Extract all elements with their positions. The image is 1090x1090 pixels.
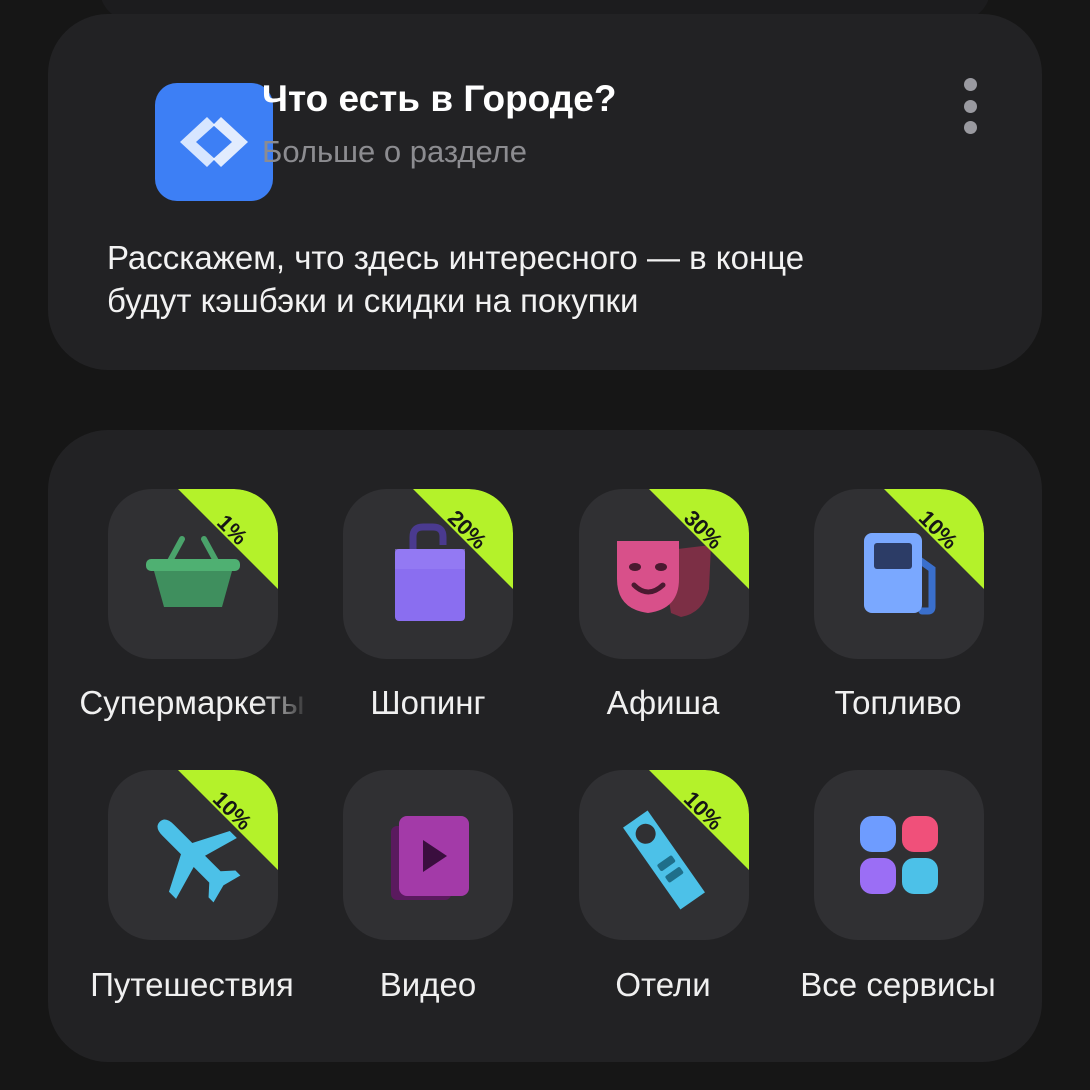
discount-badge: 20% — [413, 489, 513, 589]
service-tile-afisha[interactable]: 30% — [579, 489, 749, 659]
promo-description-line: будут кэшбэки и скидки на покупки — [107, 282, 639, 319]
service-tile-supermarkets[interactable]: 1% — [108, 489, 278, 659]
promo-card[interactable]: Что есть в Городе? Больше о разделе Расс… — [48, 14, 1042, 370]
service-label: Топливо — [834, 684, 962, 721]
service-tile-video[interactable] — [343, 770, 513, 940]
service-label: Путешествия — [90, 966, 294, 1003]
page: Что есть в Городе? Больше о разделе Расс… — [0, 0, 1090, 1090]
discount-badge: 30% — [649, 489, 749, 589]
promo-description-line: Расскажем, что здесь интересного — в кон… — [107, 239, 805, 276]
service-label: Супермаркеты — [79, 684, 305, 721]
grid-icon — [860, 816, 938, 894]
service-label: Отели — [615, 966, 711, 1003]
discount-badge: 10% — [178, 770, 278, 870]
promo-subtitle[interactable]: Больше о разделе — [262, 134, 527, 170]
service-tile-shopping[interactable]: 20% — [343, 489, 513, 659]
service-label: Афиша — [606, 684, 720, 721]
promo-description: Расскажем, что здесь интересного — в кон… — [107, 236, 987, 322]
video-play-icon — [391, 816, 469, 900]
discount-badge: 10% — [649, 770, 749, 870]
service-tile-travel[interactable]: 10% — [108, 770, 278, 940]
service-tile-all-services[interactable] — [814, 770, 984, 940]
discount-badge: 1% — [178, 489, 278, 589]
diamond-arrows-icon — [155, 83, 273, 201]
service-label: Видео — [379, 966, 477, 1003]
more-vertical-icon[interactable] — [948, 78, 992, 134]
service-label: Все сервисы — [800, 966, 996, 1003]
discount-badge: 10% — [884, 489, 984, 589]
service-label: Шопинг — [370, 684, 486, 721]
service-tile-fuel[interactable]: 10% — [814, 489, 984, 659]
service-tile-hotels[interactable]: 10% — [579, 770, 749, 940]
promo-title: Что есть в Городе? — [262, 78, 617, 119]
